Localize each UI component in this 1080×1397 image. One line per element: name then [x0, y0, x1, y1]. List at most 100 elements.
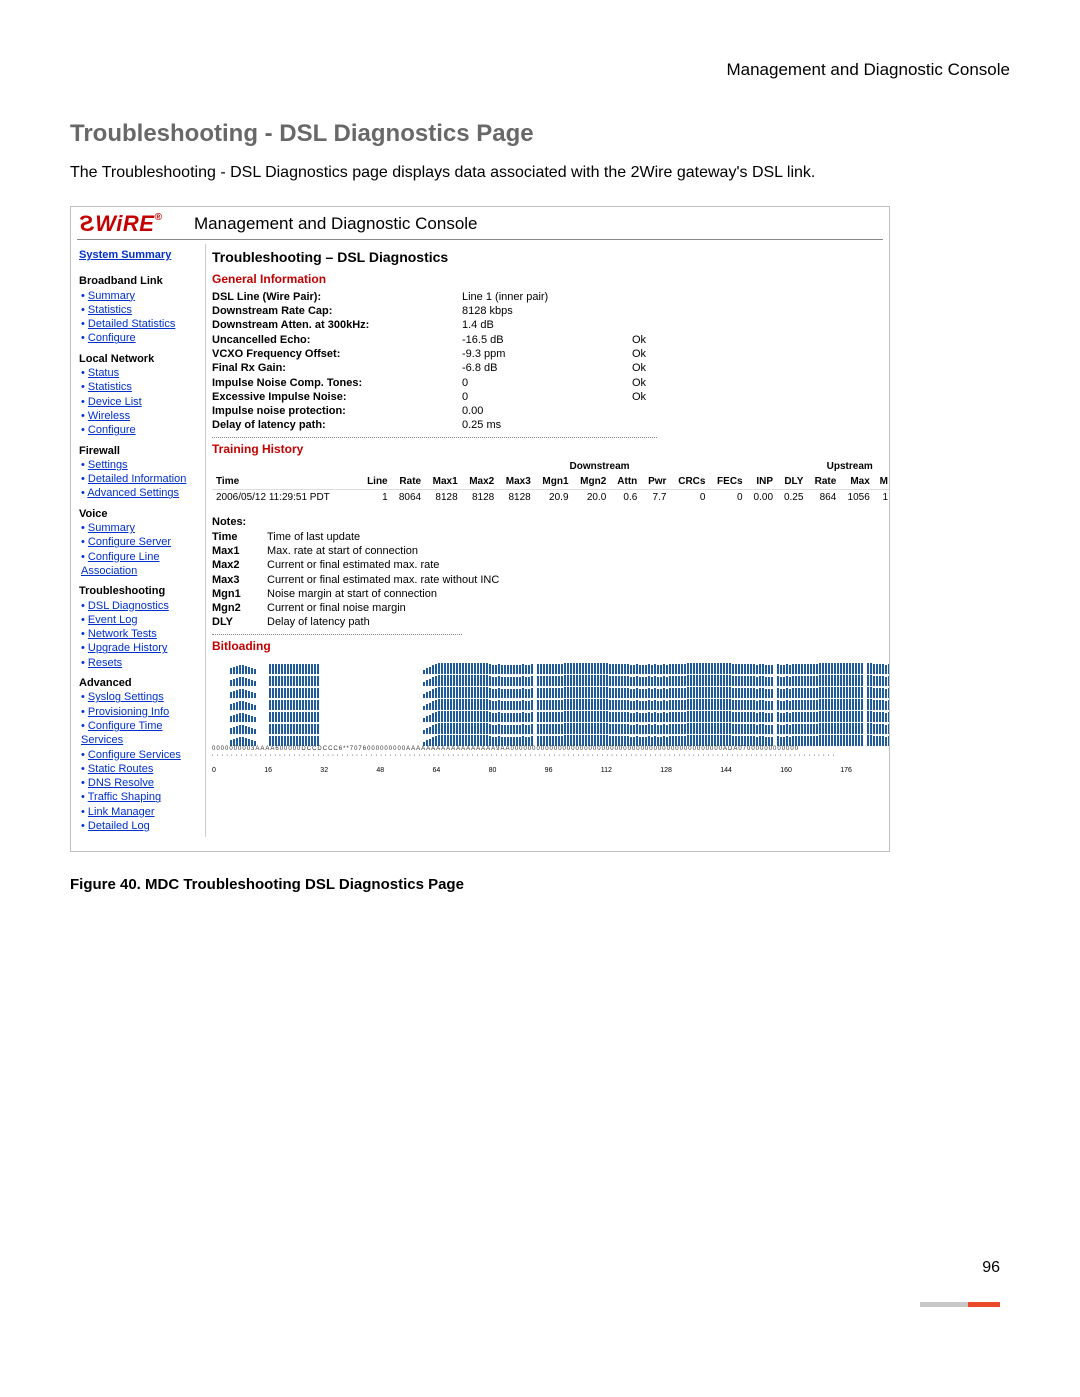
- sidebar-item[interactable]: Configure Time Services: [81, 719, 201, 748]
- bitloading-row: [212, 722, 883, 734]
- notes-row: Mgn2Current or final noise margin: [212, 601, 883, 615]
- th-col: Pwr: [641, 474, 670, 490]
- notes-title: Notes:: [212, 515, 883, 529]
- sidebar-item[interactable]: Event Log: [81, 613, 201, 627]
- sidebar-top-link[interactable]: System Summary: [79, 248, 171, 262]
- th-col: Max1: [425, 474, 462, 490]
- sidebar-item[interactable]: Settings: [81, 458, 201, 472]
- footer-stripe: [920, 1302, 1000, 1307]
- sidebar-item[interactable]: Summary: [81, 289, 201, 303]
- sidebar-item[interactable]: Advanced Settings: [81, 486, 201, 500]
- bitloading-row: [212, 698, 883, 710]
- sidebar-item[interactable]: Provisioning Info: [81, 705, 201, 719]
- bitloading-row: [212, 674, 883, 686]
- x-tick-label: 32: [320, 766, 328, 775]
- th-col: Attn: [610, 474, 641, 490]
- x-tick-label: 176: [840, 766, 852, 775]
- x-tick-label: 112: [601, 766, 612, 775]
- th-col: Max3: [498, 474, 535, 490]
- sidebar-item[interactable]: Syslog Settings: [81, 690, 201, 704]
- content-area: Troubleshooting – DSL Diagnostics Genera…: [206, 244, 889, 837]
- sidebar-group-title: Local Network: [79, 352, 201, 366]
- th-col: Mgn1: [535, 474, 573, 490]
- sidebar-item[interactable]: Resets: [81, 656, 201, 670]
- bitloading-chart: 0000000003AAAA600000DCCDCCC6**7076000000…: [212, 662, 883, 775]
- bitloading-row: [212, 686, 883, 698]
- logo-2wire: SWiRE®: [79, 211, 184, 237]
- console-title: Management and Diagnostic Console: [194, 214, 478, 234]
- th-col: Mgn2: [573, 474, 611, 490]
- intro-text: The Troubleshooting - DSL Diagnostics pa…: [70, 164, 1010, 182]
- sidebar-item[interactable]: Upgrade History: [81, 641, 201, 655]
- figure-caption: Figure 40. MDC Troubleshooting DSL Diagn…: [70, 876, 1010, 893]
- gi-row: Downstream Rate Cap:8128 kbps: [212, 304, 883, 318]
- sidebar-item[interactable]: Traffic Shaping: [81, 790, 201, 804]
- x-tick-label: 80: [489, 766, 497, 775]
- embedded-screenshot: SWiRE® Management and Diagnostic Console…: [70, 206, 890, 852]
- sidebar-item[interactable]: Configure Line Association: [81, 550, 201, 579]
- content-title: Troubleshooting – DSL Diagnostics: [212, 248, 883, 266]
- sidebar-item[interactable]: Configure Services: [81, 748, 201, 762]
- sidebar-item[interactable]: Summary: [81, 521, 201, 535]
- x-tick-label: 64: [432, 766, 440, 775]
- sidebar-item[interactable]: Device List: [81, 395, 201, 409]
- th-downstream: Downstream: [392, 459, 808, 474]
- th-col: DLY: [777, 474, 807, 490]
- th-col: Rate: [807, 474, 840, 490]
- th-col: Rate: [392, 474, 425, 490]
- x-tick-label: 144: [720, 766, 732, 775]
- gi-row: Downstream Atten. at 300kHz:1.4 dB: [212, 318, 883, 332]
- x-tick-label: 16: [264, 766, 272, 775]
- training-history-table: Downstream Upstream TimeLineRateMax1Max2…: [212, 459, 890, 505]
- th-upstream: Upstream: [807, 459, 890, 474]
- x-tick-label: 128: [660, 766, 672, 775]
- sidebar-item[interactable]: Status: [81, 366, 201, 380]
- sidebar: System Summary Broadband LinkSummaryStat…: [71, 244, 206, 837]
- sidebar-group-title: Troubleshooting: [79, 584, 201, 598]
- sidebar-item[interactable]: DSL Diagnostics: [81, 599, 201, 613]
- x-tick-label: 0: [212, 766, 216, 775]
- page-number: 96: [982, 1259, 1000, 1277]
- section-general-info: General Information: [212, 272, 883, 288]
- bitloading-row: [212, 734, 883, 746]
- sidebar-item[interactable]: Configure: [81, 423, 201, 437]
- sidebar-item[interactable]: Detailed Log: [81, 819, 201, 833]
- gi-row: Final Rx Gain:-6.8 dBOk: [212, 361, 883, 375]
- sidebar-item[interactable]: Statistics: [81, 380, 201, 394]
- sidebar-item[interactable]: DNS Resolve: [81, 776, 201, 790]
- notes-row: TimeTime of last update: [212, 530, 883, 544]
- sidebar-item[interactable]: Wireless: [81, 409, 201, 423]
- gi-row: VCXO Frequency Offset:-9.3 ppmOk: [212, 347, 883, 361]
- notes-row: DLYDelay of latency path: [212, 615, 883, 629]
- sidebar-group-title: Voice: [79, 507, 201, 521]
- notes-row: Max2Current or final estimated max. rate: [212, 558, 883, 572]
- th-col: Max2: [462, 474, 499, 490]
- notes-row: Max1Max. rate at start of connection: [212, 544, 883, 558]
- sidebar-item[interactable]: Detailed Information: [81, 472, 201, 486]
- th-col: INP: [747, 474, 777, 490]
- sidebar-item[interactable]: Configure Server: [81, 535, 201, 549]
- x-tick-label: 160: [780, 766, 792, 775]
- th-col: Line: [360, 474, 392, 490]
- x-tick-label: 48: [376, 766, 384, 775]
- page-title: Troubleshooting - DSL Diagnostics Page: [70, 120, 1010, 148]
- bitloading-row: [212, 710, 883, 722]
- sidebar-item[interactable]: Link Manager: [81, 805, 201, 819]
- gi-row: Delay of latency path:0.25 ms: [212, 418, 883, 432]
- th-col: Max: [840, 474, 873, 490]
- th-col: Time: [212, 474, 360, 490]
- sidebar-item[interactable]: Static Routes: [81, 762, 201, 776]
- sidebar-item[interactable]: Configure: [81, 331, 201, 345]
- section-header: Management and Diagnostic Console: [70, 60, 1010, 80]
- notes-row: Mgn1Noise margin at start of connection: [212, 587, 883, 601]
- sidebar-item[interactable]: Statistics: [81, 303, 201, 317]
- gi-row: Excessive Impulse Noise:0Ok: [212, 390, 883, 404]
- sidebar-group-title: Firewall: [79, 444, 201, 458]
- sidebar-item[interactable]: Detailed Statistics: [81, 317, 201, 331]
- sidebar-item[interactable]: Network Tests: [81, 627, 201, 641]
- section-bitloading: Bitloading: [212, 639, 883, 655]
- gi-row: Uncancelled Echo:-16.5 dBOk: [212, 333, 883, 347]
- bitloading-baseline: 0000000003AAAA600000DCCDCCC6**7076000000…: [212, 746, 883, 754]
- th-col: FECs: [709, 474, 746, 490]
- gi-row: DSL Line (Wire Pair):Line 1 (inner pair): [212, 290, 883, 304]
